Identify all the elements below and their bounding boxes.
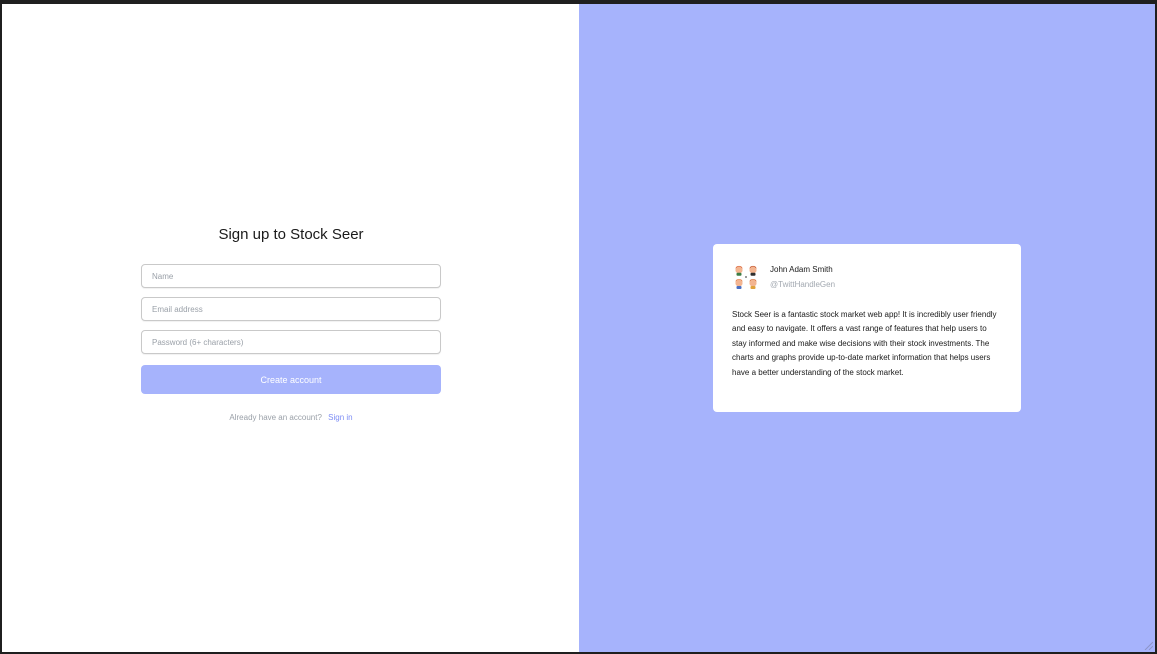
avatar-icon <box>732 263 760 291</box>
testimonial-card: John Adam Smith @TwittHandleGen Stock Se… <box>713 244 1021 412</box>
signup-panel: Sign up to Stock Seer Create account Alr… <box>2 4 579 652</box>
password-field[interactable] <box>142 331 440 353</box>
signin-link[interactable]: Sign in <box>328 413 352 422</box>
author-block: John Adam Smith @TwittHandleGen <box>770 264 835 290</box>
testimonial-quote: Stock Seer is a fantastic stock market w… <box>732 310 997 377</box>
password-field-wrapper <box>141 330 441 354</box>
signin-prompt: Already have an account? <box>229 413 322 422</box>
email-field-wrapper <box>141 297 441 321</box>
page-title: Sign up to Stock Seer <box>218 226 364 243</box>
testimonial-panel: John Adam Smith @TwittHandleGen Stock Se… <box>579 4 1155 652</box>
author-handle: @TwittHandleGen <box>770 280 836 289</box>
testimonial-header: John Adam Smith @TwittHandleGen <box>732 263 1002 291</box>
resize-grip-icon[interactable] <box>1143 640 1153 650</box>
name-field-wrapper <box>141 264 441 288</box>
name-field[interactable] <box>142 265 440 287</box>
app-window: Sign up to Stock Seer Create account Alr… <box>2 4 1155 652</box>
signin-row: Already have an account? Sign in <box>141 413 441 422</box>
email-field[interactable] <box>142 298 440 320</box>
signup-form: Sign up to Stock Seer Create account Alr… <box>141 226 441 422</box>
create-account-button[interactable]: Create account <box>141 365 441 394</box>
author-name: John Adam Smith <box>770 265 833 274</box>
